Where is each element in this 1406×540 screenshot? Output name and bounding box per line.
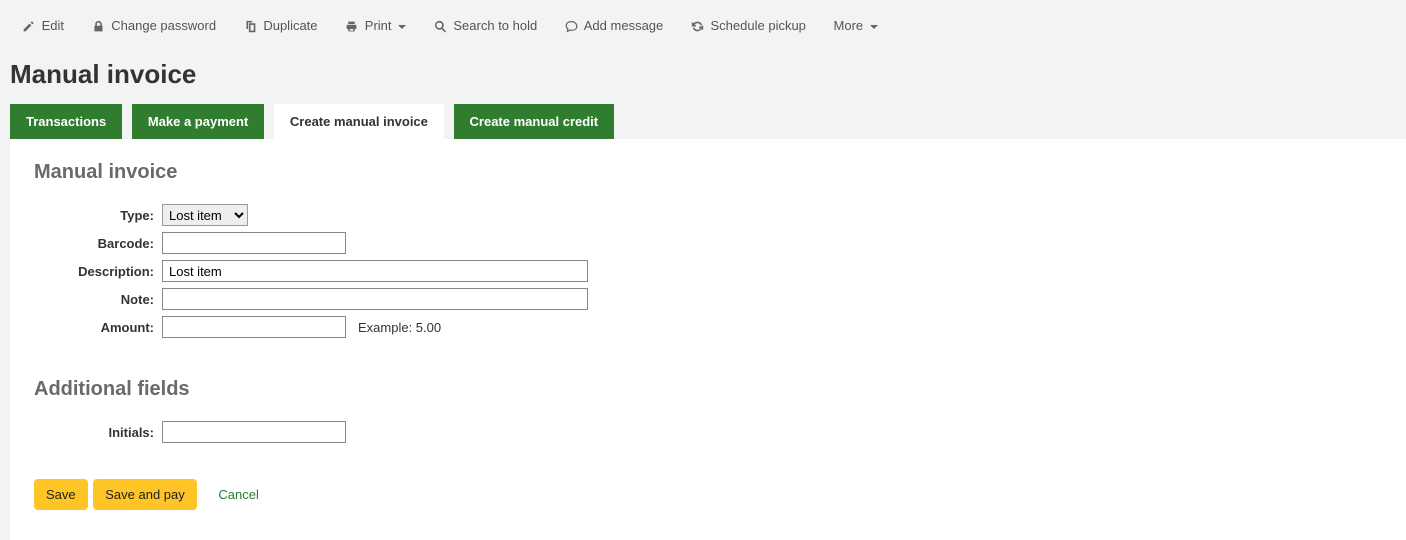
section-manual-invoice-title: Manual invoice bbox=[34, 161, 1382, 184]
copy-icon bbox=[244, 20, 257, 33]
search-to-hold-label: Search to hold bbox=[453, 18, 537, 33]
actions-bar: Save Save and pay Cancel bbox=[34, 479, 1382, 510]
label-description: Description: bbox=[34, 264, 162, 279]
refresh-icon bbox=[691, 20, 704, 33]
more-label: More bbox=[834, 18, 864, 33]
section-additional-fields-title: Additional fields bbox=[34, 378, 1382, 401]
print-icon bbox=[345, 20, 358, 33]
amount-input[interactable] bbox=[162, 316, 346, 338]
more-button[interactable]: More bbox=[822, 12, 890, 39]
row-amount: Amount: Example: 5.00 bbox=[34, 316, 1382, 338]
change-password-button[interactable]: Change password bbox=[80, 12, 228, 39]
pencil-icon bbox=[22, 20, 35, 33]
search-to-hold-button[interactable]: Search to hold bbox=[422, 12, 549, 39]
tabs: Transactions Make a payment Create manua… bbox=[0, 104, 1406, 139]
save-button[interactable]: Save bbox=[34, 479, 88, 510]
edit-button[interactable]: Edit bbox=[10, 12, 76, 39]
toolbar: Edit Change password Duplicate Print Sea… bbox=[0, 0, 1406, 59]
initials-input[interactable] bbox=[162, 421, 346, 443]
add-message-label: Add message bbox=[584, 18, 664, 33]
row-barcode: Barcode: bbox=[34, 232, 1382, 254]
description-input[interactable] bbox=[162, 260, 588, 282]
caret-down-icon bbox=[398, 25, 406, 29]
row-description: Description: bbox=[34, 260, 1382, 282]
label-note: Note: bbox=[34, 292, 162, 307]
comment-icon bbox=[565, 20, 578, 33]
label-amount: Amount: bbox=[34, 320, 162, 335]
search-icon bbox=[434, 20, 447, 33]
label-initials: Initials: bbox=[34, 425, 162, 440]
tab-create-manual-credit[interactable]: Create manual credit bbox=[454, 104, 615, 139]
page-title: Manual invoice bbox=[0, 59, 1406, 104]
tab-transactions[interactable]: Transactions bbox=[10, 104, 122, 139]
row-type: Type: Lost item bbox=[34, 204, 1382, 226]
schedule-pickup-button[interactable]: Schedule pickup bbox=[679, 12, 818, 39]
content-panel: Manual invoice Type: Lost item Barcode: … bbox=[10, 139, 1406, 540]
lock-icon bbox=[92, 20, 105, 33]
caret-down-icon bbox=[870, 25, 878, 29]
cancel-link[interactable]: Cancel bbox=[218, 487, 258, 502]
save-and-pay-button[interactable]: Save and pay bbox=[93, 479, 197, 510]
barcode-input[interactable] bbox=[162, 232, 346, 254]
label-barcode: Barcode: bbox=[34, 236, 162, 251]
row-initials: Initials: bbox=[34, 421, 1382, 443]
schedule-pickup-label: Schedule pickup bbox=[711, 18, 806, 33]
print-button[interactable]: Print bbox=[333, 12, 418, 39]
tab-make-payment[interactable]: Make a payment bbox=[132, 104, 264, 139]
type-select[interactable]: Lost item bbox=[162, 204, 248, 226]
change-password-label: Change password bbox=[111, 18, 216, 33]
tab-create-manual-invoice[interactable]: Create manual invoice bbox=[274, 104, 444, 139]
row-note: Note: bbox=[34, 288, 1382, 310]
duplicate-label: Duplicate bbox=[263, 18, 317, 33]
add-message-button[interactable]: Add message bbox=[553, 12, 675, 39]
print-label: Print bbox=[365, 18, 392, 33]
section-additional-fields: Additional fields Initials: bbox=[34, 378, 1382, 443]
note-input[interactable] bbox=[162, 288, 588, 310]
edit-label: Edit bbox=[42, 18, 64, 33]
amount-hint: Example: 5.00 bbox=[358, 320, 441, 335]
label-type: Type: bbox=[34, 208, 162, 223]
duplicate-button[interactable]: Duplicate bbox=[232, 12, 330, 39]
